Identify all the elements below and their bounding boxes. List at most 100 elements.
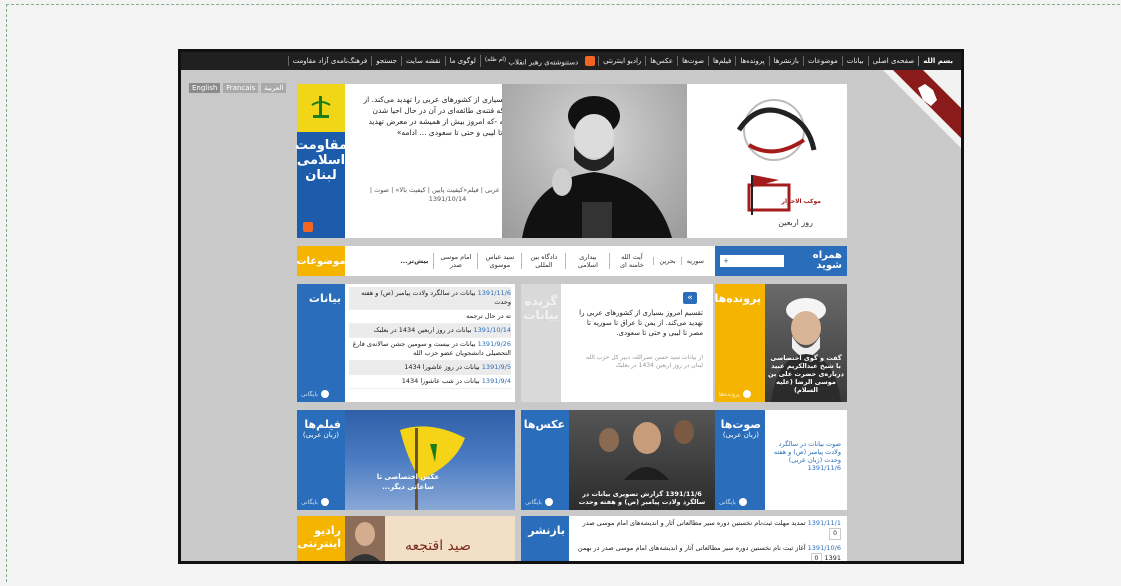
list-item-text: بیانات در روز اربعین 1434 در بعلبک — [373, 326, 472, 334]
join-box: همراه شوید + — [715, 246, 847, 276]
nav-home[interactable]: صفحه‌ی اصلی — [867, 56, 919, 66]
topic-musa-sadr[interactable]: امام موسی صدر — [433, 253, 477, 269]
radio-host-photo[interactable] — [345, 516, 385, 561]
nav-sitemap[interactable]: نقشه سایت — [401, 56, 445, 66]
resistance-logo-panel[interactable]: مقاومت اسلامی لبنان — [294, 84, 348, 238]
nav-photos[interactable]: عکس‌ها — [645, 56, 677, 66]
rss-icon[interactable] — [585, 56, 596, 66]
arbaeen-calligraphy-icon — [736, 99, 817, 215]
files-archive-link[interactable]: پرونده‌ها — [719, 390, 751, 398]
like-counter[interactable]: 0 — [829, 528, 841, 540]
list-item[interactable]: 1391/9/26 بیانات در بیست و سومین جشن سال… — [349, 338, 511, 361]
statements-archive-label: بایگانی — [301, 390, 318, 398]
audio-title: صوت‌ها — [720, 418, 761, 431]
topic-khamenei[interactable]: آیت الله خامنه ای — [609, 253, 653, 269]
radio-banner-text: صید اقتجعه — [405, 538, 472, 554]
nav-files[interactable]: پرونده‌ها — [735, 56, 768, 66]
arbaeen-sub: موکب الاحرار — [781, 198, 822, 205]
hero-banner[interactable]: تقسیم امروز بسیاری از کشورهای عربی را ته… — [297, 84, 847, 238]
list-item[interactable]: ته در حال ترجمه — [349, 310, 511, 324]
reposts-section-tab[interactable]: بازنشر — [521, 516, 569, 561]
website-viewport: بسم الله صفحه‌ی اصلی بیانات موضوعات بازن… — [178, 49, 964, 564]
nav-bismillah[interactable]: بسم الله — [918, 56, 957, 66]
list-item-text: بیانات در شب عاشورا 1434 — [401, 377, 480, 385]
nav-reposts[interactable]: بازنشرها — [768, 56, 803, 66]
films-archive-label: بایگانی — [301, 498, 318, 506]
lang-arabic[interactable]: العربیة — [261, 83, 287, 93]
nav-encyclopedia[interactable]: فرهنگ‌نامه‌ی آزاد مقاومت — [287, 56, 372, 66]
speaker-silhouette-icon — [522, 96, 672, 238]
rss-feed-icon[interactable] — [303, 222, 313, 232]
statements-archive-link[interactable]: بایگانی — [301, 390, 329, 398]
list-item[interactable]: 1391/9/4 بیانات در شب عاشورا 1434 — [349, 375, 511, 389]
list-item-date: 1391/11/6 — [477, 289, 511, 297]
hero-speaker-photo — [502, 84, 687, 238]
archive-arrow-icon — [742, 390, 751, 398]
reposts-list: 1391/11/1 تمدید مهلت ثبت‌نام نخستین دوره… — [569, 516, 847, 562]
list-item[interactable]: 1391/11/1 تمدید مهلت ثبت‌نام نخستین دوره… — [575, 518, 841, 540]
topics-list: سوریه بحرین آیت الله خامنه ای بیداری اسل… — [345, 246, 715, 276]
archive-arrow-icon — [320, 498, 329, 506]
audio-archive-link[interactable]: بایگانی — [719, 498, 747, 506]
resistance-title: مقاومت اسلامی لبنان — [294, 138, 348, 183]
films-archive-link[interactable]: بایگانی — [301, 498, 329, 506]
nav-search[interactable]: جستجو — [371, 56, 401, 66]
list-item[interactable]: 1391/10/14 بیانات در روز اربعین 1434 در … — [349, 324, 511, 338]
photos-caption: 1391/11/6 گزارش تصویری بیانات در سالگرد … — [578, 490, 706, 506]
photos-thumbnail[interactable]: 1391/11/6 گزارش تصویری بیانات در سالگرد … — [569, 410, 715, 510]
nav-radio[interactable]: رادیو اینترنتی — [598, 56, 645, 66]
archive-arrow-icon — [738, 498, 747, 506]
join-label: همراه شوید — [812, 250, 842, 271]
audio-section-tab[interactable]: صوت‌ها (زبان عربی) بایگانی — [715, 410, 765, 510]
quote-panel[interactable]: گزیده بیانات » تقسیم امروز بسیاری از کشو… — [521, 284, 713, 402]
topic-international-court[interactable]: دادگاه بین المللی — [521, 253, 565, 269]
topics-more-link[interactable]: بیش‌تر... — [395, 257, 433, 265]
join-submit-button[interactable]: + — [720, 255, 732, 267]
nav-statements[interactable]: بیانات — [841, 56, 868, 66]
files-photo[interactable]: گفت و گوی اختصاصی با شیخ عبدالکریم عبید … — [765, 284, 847, 402]
join-email-input[interactable] — [731, 255, 784, 267]
radio-banner[interactable]: صید اقتجعه — [385, 516, 515, 561]
nav-audio[interactable]: صوت‌ها — [677, 56, 708, 66]
films-thumbnail[interactable]: عکس اختصاصی تا ساعاتی دیگر... — [345, 410, 515, 510]
topic-bahrain[interactable]: بحرین — [653, 257, 680, 265]
films-caption: عکس اختصاصی تا ساعاتی دیگر... — [376, 473, 440, 491]
rifle-emblem-icon — [311, 96, 331, 118]
quote-source: از بیانات سید حسن نصرالله، دبیر کل حزب ا… — [586, 354, 703, 369]
list-item-date: 1391/9/4 — [481, 377, 511, 385]
topic-islamic-awakening[interactable]: بیداری اسلامی — [565, 253, 609, 269]
statements-section-tab[interactable]: بیانات بایگانی — [297, 284, 345, 402]
corner-ribbon-fist-icon[interactable] — [863, 70, 963, 170]
lang-french[interactable]: Francais — [223, 83, 259, 93]
list-item-text: آغاز ثبت نام نخستین دوره سیر مطالعاتی آث… — [577, 544, 841, 562]
quote-icon: » — [683, 292, 697, 304]
films-section-tab[interactable]: فیلم‌ها (زبان عربی) بایگانی — [297, 410, 345, 510]
list-item[interactable]: 1391/10/6 آغاز ثبت نام نخستین دوره سیر م… — [575, 543, 841, 562]
like-counter[interactable]: 0 — [810, 553, 823, 561]
audio-subtitle: (زبان عربی) — [722, 431, 759, 439]
statements-list: 1391/11/6 بیانات در سالگرد ولادت پیامبر … — [345, 284, 515, 402]
nav-logo[interactable]: لوگوی ما — [444, 56, 480, 66]
lang-english[interactable]: English — [189, 83, 221, 93]
list-item-date: 1391/10/6 — [807, 544, 841, 552]
list-item-date: 1391/9/5 — [481, 363, 511, 371]
nav-films[interactable]: فیلم‌ها — [708, 56, 735, 66]
list-item[interactable]: 1391/11/6 بیانات در سالگرد ولادت پیامبر … — [349, 287, 511, 310]
topic-syria[interactable]: سوریه — [680, 257, 709, 265]
photos-section-tab[interactable]: عکس‌ها بایگانی — [521, 410, 569, 510]
audio-item[interactable]: صوت بیانات در سالگرد ولادت پیامبر (ص) و … — [765, 410, 847, 510]
arbaeen-caption: روز اربعین — [778, 218, 813, 227]
files-section-tab[interactable]: پرونده‌ها پرونده‌ها — [714, 284, 765, 402]
list-item-text: ته در حال ترجمه — [466, 312, 511, 320]
radio-section-tab[interactable]: رادیو اینترنتی — [297, 516, 345, 561]
photos-archive-link[interactable]: بایگانی — [525, 498, 553, 506]
nav-handwriting-label: دستنوشته‌ی رهبر انقلاب — [508, 58, 579, 67]
topic-abbas-mousavi[interactable]: سید عباس موسوی — [477, 253, 521, 269]
list-item-date: 1391/11/1 — [807, 519, 841, 527]
nav-handwriting-tag: (ام ظله) — [484, 56, 507, 63]
nav-handwriting[interactable]: دستنوشته‌ی رهبر انقلاب (ام ظله) — [479, 54, 582, 68]
list-item[interactable]: 1391/9/5 بیانات در روز عاشورا 1434 — [349, 361, 511, 375]
films-title: فیلم‌ها — [304, 418, 341, 431]
files-caption: گفت و گوی اختصاصی با شیخ عبدالکریم عبید … — [768, 354, 844, 394]
nav-topics[interactable]: موضوعات — [802, 56, 842, 66]
